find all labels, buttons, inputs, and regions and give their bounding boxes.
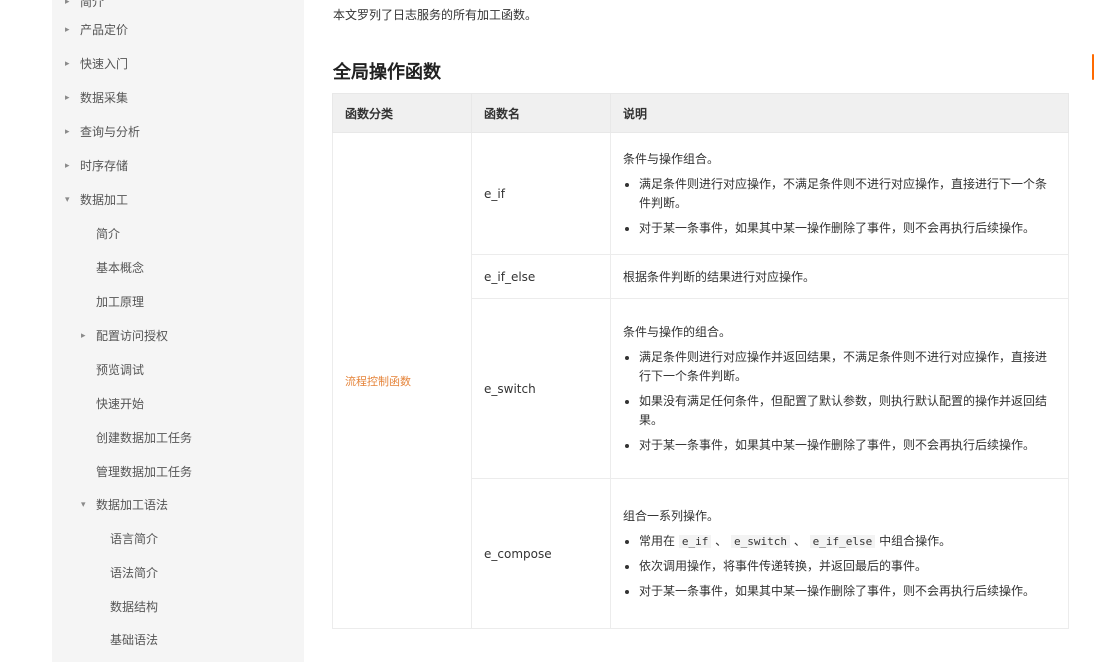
description-bullet: 如果没有满足任何条件，但配置了默认参数，则执行默认配置的操作并返回结果。 (639, 392, 1056, 430)
description-bullet: 满足条件则进行对应操作，不满足条件则不进行对应操作，直接进行下一个条件判断。 (639, 175, 1056, 213)
sidebar-item-label: 简介 (80, 0, 105, 9)
sidebar-item-label: 数据加工 (80, 193, 129, 207)
sidebar-item-query-analysis[interactable]: ▸ 查询与分析 (65, 124, 141, 140)
sidebar-item-data-processing[interactable]: ▾ 数据加工 (65, 192, 129, 208)
chevron-down-icon: ▾ (65, 195, 70, 205)
description-list: 满足条件则进行对应操作并返回结果，不满足条件则不进行对应操作，直接进行下一个条件… (623, 348, 1056, 455)
function-name-cell: e_if (471, 132, 611, 255)
sidebar-item-label: 查询与分析 (80, 125, 141, 139)
sidebar-item-processing-intro[interactable]: 简介 (96, 226, 120, 242)
description-cell: 条件与操作的组合。 满足条件则进行对应操作并返回结果，不满足条件则不进行对应操作… (610, 298, 1069, 479)
sidebar-item-processing-principle[interactable]: 加工原理 (96, 294, 144, 310)
description-bullet: 依次调用操作，将事件传递转换，并返回最后的事件。 (639, 557, 1056, 576)
category-link[interactable]: 流程控制函数 (345, 375, 411, 388)
sidebar-item-label: 基本概念 (96, 261, 145, 275)
sidebar-item-label: 时序存储 (80, 159, 129, 173)
scroll-indicator[interactable] (1092, 54, 1094, 80)
sidebar-item-quickstart[interactable]: ▸ 快速入门 (65, 56, 129, 72)
description-bullet: 对于某一条事件，如果其中某一操作删除了事件，则不会再执行后续操作。 (639, 219, 1056, 238)
bullet-text: 、 (793, 533, 806, 548)
description-bullet: 对于某一条事件，如果其中某一操作删除了事件，则不会再执行后续操作。 (639, 436, 1056, 455)
function-name-cell: e_if_else (471, 254, 611, 299)
bullet-text: 常用在 (639, 533, 676, 548)
description-summary: 组合一系列操作。 (623, 508, 720, 523)
function-name: e_compose (484, 546, 552, 561)
sidebar-item-manage-task[interactable]: 管理数据加工任务 (96, 464, 192, 480)
sidebar-item-label: 基础语法 (110, 633, 159, 647)
left-gutter (0, 0, 52, 662)
sidebar-item-data-structure[interactable]: 数据结构 (110, 599, 158, 615)
table-header-function-name: 函数名 (471, 93, 611, 133)
function-name: e_if (484, 186, 505, 201)
sidebar-item-create-task[interactable]: 创建数据加工任务 (96, 430, 192, 446)
description-list: 满足条件则进行对应操作，不满足条件则不进行对应操作，直接进行下一个条件判断。 对… (623, 175, 1056, 238)
sidebar-item-intro-top[interactable]: ▸ 简介 (65, 0, 105, 10)
sidebar-item-label: 加工原理 (96, 295, 145, 309)
sidebar-item-label: 数据采集 (80, 91, 129, 105)
sidebar-item-label: 创建数据加工任务 (96, 431, 193, 445)
sidebar-item-basic-syntax[interactable]: 基础语法 (110, 632, 158, 648)
chevron-right-icon: ▸ (65, 161, 70, 171)
sidebar-item-label: 预览调试 (96, 363, 145, 377)
chevron-right-icon: ▸ (81, 331, 86, 341)
description-summary: 根据条件判断的结果进行对应操作。 (623, 269, 816, 284)
table-header-description: 说明 (610, 93, 1069, 133)
sidebar-item-label: 语言简介 (110, 532, 159, 546)
chevron-right-icon: ▸ (65, 0, 70, 7)
description-summary: 条件与操作组合。 (623, 151, 720, 166)
code-snippet: e_switch (731, 534, 790, 548)
function-name: e_switch (484, 381, 536, 396)
description-cell: 组合一系列操作。 常用在 e_if 、 e_switch 、 e_if_else… (610, 478, 1069, 629)
chevron-right-icon: ▸ (65, 25, 70, 35)
sidebar-item-label: 产品定价 (80, 23, 129, 37)
sidebar-item-syntax-intro[interactable]: 语法简介 (110, 565, 158, 581)
sidebar-item-label: 数据结构 (110, 600, 159, 614)
description-cell: 条件与操作组合。 满足条件则进行对应操作，不满足条件则不进行对应操作，直接进行下… (610, 132, 1069, 255)
description-list: 常用在 e_if 、 e_switch 、 e_if_else 中组合操作。 依… (623, 532, 1056, 601)
chevron-right-icon: ▸ (65, 59, 70, 69)
description-summary: 条件与操作的组合。 (623, 324, 732, 339)
sidebar-item-label: 数据加工语法 (96, 498, 169, 512)
description-bullet: 对于某一条事件，如果其中某一操作删除了事件，则不会再执行后续操作。 (639, 582, 1056, 601)
sidebar-item-label: 快速入门 (80, 57, 129, 71)
sidebar-item-label: 简介 (96, 227, 121, 241)
code-snippet: e_if (678, 534, 712, 548)
description-bullet: 满足条件则进行对应操作并返回结果，不满足条件则不进行对应操作，直接进行下一个条件… (639, 348, 1056, 386)
sidebar-item-label: 语法简介 (110, 566, 159, 580)
table-header-category: 函数分类 (332, 93, 472, 133)
sidebar-item-label: 管理数据加工任务 (96, 465, 193, 479)
function-name: e_if_else (484, 269, 536, 284)
bullet-text: 中组合操作。 (879, 533, 952, 548)
doc-content: 本文罗列了日志服务的所有加工函数。 全局操作函数 函数分类 函数名 说明 流程控… (304, 0, 1108, 662)
function-name-cell: e_switch (471, 298, 611, 479)
sidebar-item-preview-debug[interactable]: 预览调试 (96, 362, 144, 378)
sidebar-item-processing-syntax[interactable]: ▾ 数据加工语法 (81, 497, 169, 513)
sidebar-item-basic-concepts[interactable]: 基本概念 (96, 260, 144, 276)
sidebar-item-timeseries-storage[interactable]: ▸ 时序存储 (65, 158, 129, 174)
table-row: 流程控制函数 e_if 条件与操作组合。 满足条件则进行对应操作，不满足条件则不… (332, 132, 1069, 629)
chevron-down-icon: ▾ (81, 500, 86, 510)
sidebar-item-label: 快速开始 (96, 397, 145, 411)
bullet-text: 、 (715, 533, 728, 548)
category-cell: 流程控制函数 (332, 132, 472, 629)
sidebar-item-access-auth[interactable]: ▸ 配置访问授权 (81, 328, 169, 344)
intro-text: 本文罗列了日志服务的所有加工函数。 (333, 8, 538, 22)
function-name-cell: e_compose (471, 478, 611, 629)
sidebar-item-quick-begin[interactable]: 快速开始 (96, 396, 144, 412)
description-bullet: 常用在 e_if 、 e_switch 、 e_if_else 中组合操作。 (639, 532, 1056, 551)
chevron-right-icon: ▸ (65, 93, 70, 103)
chevron-right-icon: ▸ (65, 127, 70, 137)
sidebar-item-label: 配置访问授权 (96, 329, 169, 343)
code-snippet: e_if_else (809, 534, 876, 548)
sidebar-item-language-intro[interactable]: 语言简介 (110, 531, 158, 547)
section-title: 全局操作函数 (333, 62, 441, 83)
table-header-row: 函数分类 函数名 说明 (332, 93, 1069, 133)
function-table: 函数分类 函数名 说明 流程控制函数 e_if 条件与操作组合。 满足条件则进行… (332, 93, 1069, 629)
docs-sidebar: ▸ 简介 ▸ 产品定价 ▸ 快速入门 ▸ 数据采集 ▸ 查询与分析 ▸ 时序存储… (52, 0, 304, 662)
sidebar-item-data-collection[interactable]: ▸ 数据采集 (65, 90, 129, 106)
description-cell: 根据条件判断的结果进行对应操作。 (610, 254, 1069, 299)
sidebar-item-pricing[interactable]: ▸ 产品定价 (65, 22, 129, 38)
